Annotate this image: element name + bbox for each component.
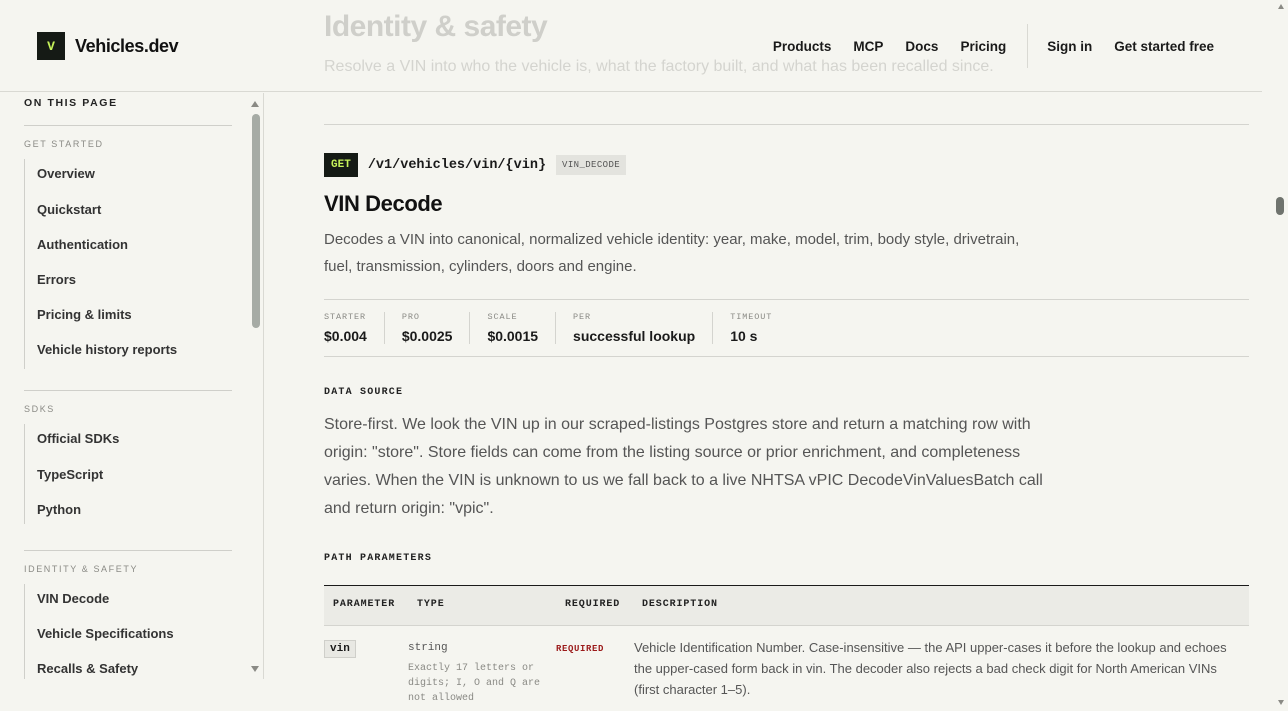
page-scroll-down-icon[interactable] [1278,700,1284,705]
sidebar-item-pricing-limits[interactable]: Pricing & limits [37,307,132,322]
sidebar: ON THIS PAGE GET STARTED Overview Quicks… [12,93,264,679]
nav-links: Products MCP Docs Pricing Sign in Get st… [762,24,1225,68]
sign-in-link[interactable]: Sign in [1047,39,1092,54]
endpoint-path: /v1/vehicles/vin/{vin} [367,157,547,173]
column-header: PARAMETER [333,599,396,610]
operation-badge: VIN_DECODE [556,155,627,175]
path-parameters-label: PATH PARAMETERS [324,553,433,564]
sidebar-scroll-up-icon[interactable] [251,101,259,107]
price-label: PER [573,312,592,322]
column-header: DESCRIPTION [642,599,718,610]
price-starter: STARTER $0.004 [324,312,385,344]
data-source-text: Store-first. We look the VIN up in our s… [324,416,1043,517]
price-value: 10 s [730,328,758,344]
price-value: $0.004 [324,328,367,344]
page-scrollbar-thumb[interactable] [1276,197,1284,215]
endpoint-description: Decodes a VIN into canonical, normalized… [324,231,1020,275]
brand-logo[interactable]: V Vehicles.dev [37,32,179,60]
price-label: TIMEOUT [730,312,773,322]
data-source-label: DATA SOURCE [324,387,404,398]
sidebar-group-bar [24,584,25,679]
sidebar-item-authentication[interactable]: Authentication [37,237,128,252]
sidebar-divider [24,550,232,551]
sidebar-title: ON THIS PAGE [24,97,118,109]
sidebar-item-errors[interactable]: Errors [37,272,76,287]
column-header: REQUIRED [565,599,621,610]
nav-link-mcp[interactable]: MCP [853,39,883,54]
nav-divider [1027,24,1029,68]
sidebar-item-python[interactable]: Python [37,502,81,517]
brand-name: Vehicles.dev [75,35,179,56]
price-timeout: TIMEOUT 10 s [730,312,789,344]
column-header: TYPE [417,599,445,610]
nav-link-pricing[interactable]: Pricing [960,39,1006,54]
sidebar-item-typescript[interactable]: TypeScript [37,467,103,482]
price-value: $0.0015 [487,328,539,344]
sidebar-divider [24,390,232,391]
sidebar-divider [24,125,232,126]
sidebar-item-quickstart[interactable]: Quickstart [37,202,101,217]
price-value: successful lookup [573,328,696,344]
param-constraint: Exactly 17 letters or digits; I, O and Q… [408,663,541,704]
nav-link-products[interactable]: Products [773,39,832,54]
top-navbar: V Vehicles.dev Products MCP Docs Pricing… [0,0,1262,92]
sidebar-group-get-started: GET STARTED [24,139,104,149]
required-badge: REQUIRED [556,644,605,654]
logo-mark-icon: V [37,32,65,60]
path-parameters-table: PARAMETER TYPE REQUIRED DESCRIPTION vin … [324,585,1249,711]
pricing-top-rule [324,299,1249,300]
sidebar-scrollbar-thumb[interactable] [252,114,260,328]
sidebar-scroll-down-icon[interactable] [251,666,259,672]
sidebar-group-bar [24,159,25,369]
sidebar-group-identity: IDENTITY & SAFETY [24,564,139,574]
param-description: Vehicle Identification Number. Case-inse… [634,640,1227,697]
price-value: $0.0025 [401,328,453,344]
sidebar-item-recalls[interactable]: Recalls & Safety [37,661,138,676]
table-row: vin string Exactly 17 letters or digits;… [324,626,1249,711]
table-header: PARAMETER TYPE REQUIRED DESCRIPTION [324,585,1249,626]
sidebar-item-vehicle-history[interactable]: Vehicle history reports [37,342,177,357]
sidebar-group-sdks: SDKS [24,404,55,414]
sidebar-item-vehicle-specs[interactable]: Vehicle Specifications [37,626,174,641]
price-pro: PRO $0.0025 [402,312,471,344]
sidebar-item-official-sdks[interactable]: Official SDKs [37,431,119,446]
price-label: SCALE [487,312,518,322]
price-label: PRO [401,312,420,322]
param-type: string [408,642,448,654]
nav-link-docs[interactable]: Docs [905,39,938,54]
param-name: vin [324,640,356,658]
pricing-strip: STARTER $0.004 PRO $0.0025 SCALE $0.0015… [324,312,806,344]
page-scroll-up-icon[interactable] [1278,4,1284,9]
pricing-bottom-rule [324,356,1249,357]
price-per: PER successful lookup [573,312,714,344]
http-method-badge: GET [324,153,358,177]
endpoint-header: GET /v1/vehicles/vin/{vin} VIN_DECODE [324,153,627,177]
sidebar-item-overview[interactable]: Overview [37,166,95,181]
sidebar-group-bar [24,424,25,524]
price-label: STARTER [324,312,367,322]
endpoint-title: VIN Decode [324,191,443,216]
price-scale: SCALE $0.0015 [487,312,557,344]
section-divider [324,124,1249,125]
sidebar-item-vin-decode[interactable]: VIN Decode [37,591,109,606]
get-started-button[interactable]: Get started free [1114,39,1214,54]
